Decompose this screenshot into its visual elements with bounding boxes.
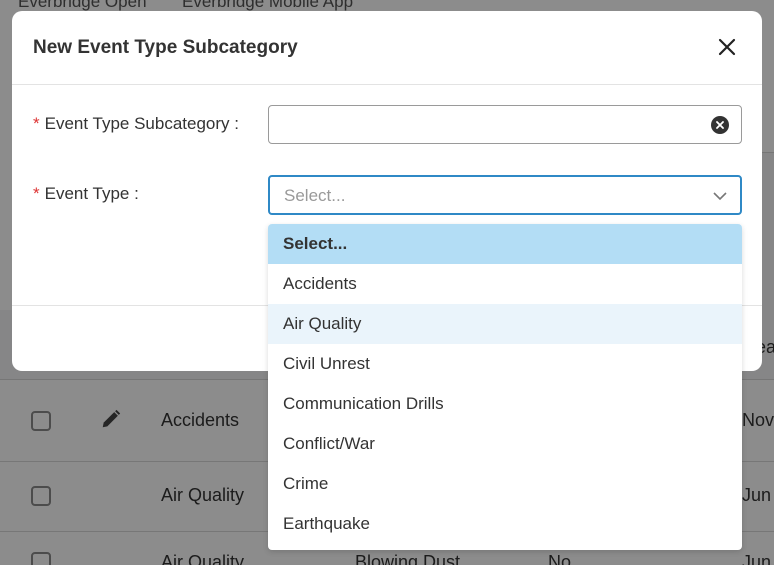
event-type-select[interactable]: Select... bbox=[268, 175, 742, 215]
event-type-dropdown: Select... Accidents Air Quality Civil Un… bbox=[268, 224, 742, 550]
clear-circle-icon[interactable] bbox=[711, 116, 729, 134]
required-mark: * bbox=[33, 184, 40, 203]
subcategory-label-text: Event Type Subcategory : bbox=[44, 114, 239, 133]
subcategory-label: * Event Type Subcategory : bbox=[33, 114, 239, 134]
subcategory-input[interactable] bbox=[268, 105, 742, 144]
option-conflict-war[interactable]: Conflict/War bbox=[268, 424, 742, 464]
chevron-down-icon[interactable] bbox=[712, 189, 728, 201]
select-placeholder: Select... bbox=[284, 186, 346, 205]
option-air-quality[interactable]: Air Quality bbox=[268, 304, 742, 344]
option-crime[interactable]: Crime bbox=[268, 464, 742, 504]
event-type-label: * Event Type : bbox=[33, 184, 139, 204]
option-select[interactable]: Select... bbox=[268, 224, 742, 264]
option-communication-drills[interactable]: Communication Drills bbox=[268, 384, 742, 424]
option-civil-unrest[interactable]: Civil Unrest bbox=[268, 344, 742, 384]
dialog-title: New Event Type Subcategory bbox=[33, 37, 298, 58]
option-earthquake[interactable]: Earthquake bbox=[268, 504, 742, 544]
event-type-label-text: Event Type : bbox=[44, 184, 139, 203]
option-accidents[interactable]: Accidents bbox=[268, 264, 742, 304]
divider bbox=[12, 84, 762, 85]
required-mark: * bbox=[33, 114, 40, 133]
close-icon[interactable] bbox=[715, 35, 739, 59]
